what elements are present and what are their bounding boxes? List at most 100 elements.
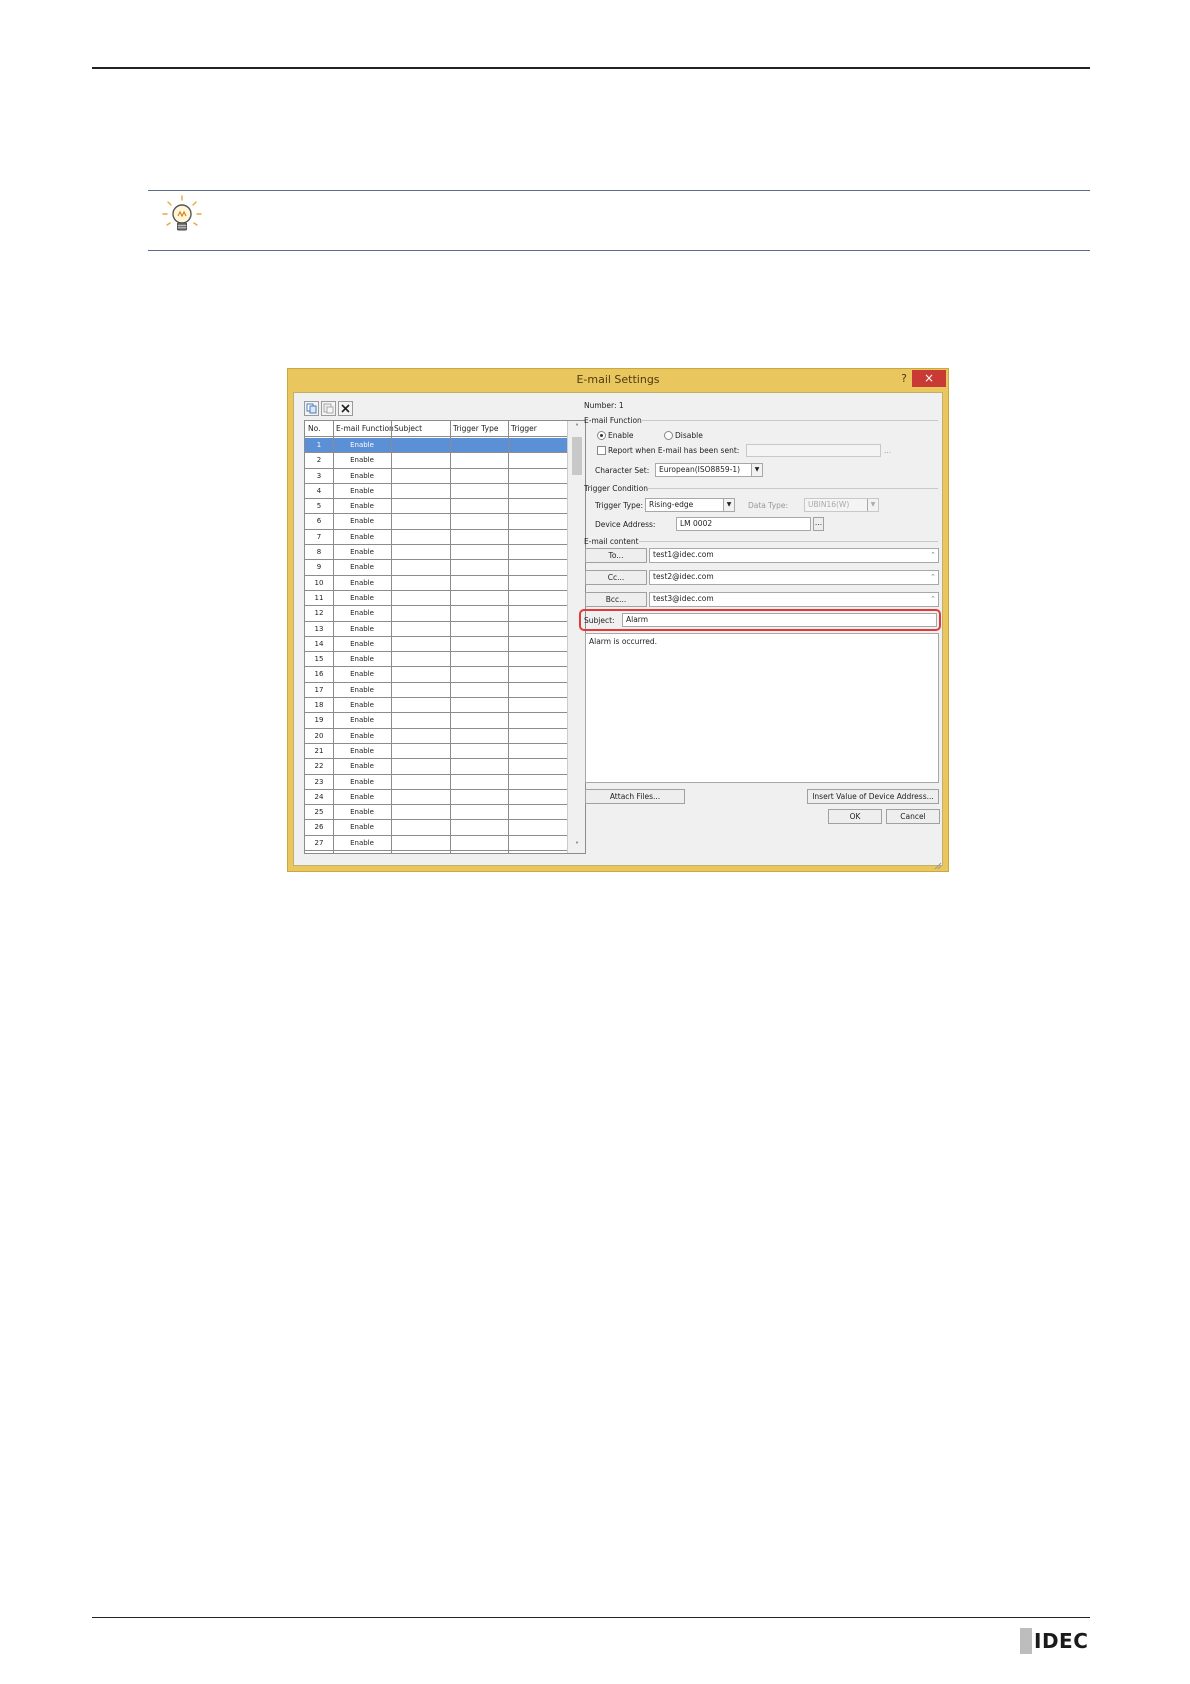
table-row[interactable]: 9 Enable — [305, 560, 567, 576]
row-number: 15 — [314, 655, 324, 664]
table-row[interactable]: 24 Enable — [305, 790, 567, 806]
table-row[interactable]: 22 Enable — [305, 759, 567, 775]
scroll-down-icon[interactable]: ˅ — [568, 839, 585, 853]
resize-grip-icon[interactable] — [934, 855, 942, 870]
to-button[interactable]: To... — [585, 548, 647, 563]
body-textarea[interactable]: Alarm is occurred. — [585, 633, 939, 783]
disable-radio[interactable] — [664, 431, 673, 440]
row-email-function: Enable — [350, 670, 374, 679]
column-divider — [333, 421, 334, 853]
table-row[interactable]: 8 Enable — [305, 545, 567, 561]
bcc-field[interactable]: test3@idec.com ⌃ — [649, 592, 939, 607]
disable-radio-label: Disable — [675, 431, 703, 440]
chevron-down-icon[interactable]: ▼ — [751, 464, 762, 476]
data-type-label: Data Type: — [748, 501, 789, 510]
table-row[interactable]: 27 Enable — [305, 836, 567, 852]
character-set-value: European(ISO8859-1) — [659, 465, 741, 474]
attach-files-button[interactable]: Attach Files... — [585, 789, 685, 804]
scroll-thumb[interactable] — [572, 437, 582, 475]
hint-top-rule — [148, 190, 1090, 191]
subject-field[interactable]: Alarm — [622, 613, 937, 627]
device-address-browse-button[interactable]: ... — [813, 517, 824, 531]
table-row[interactable]: 15 Enable — [305, 652, 567, 668]
table-row[interactable]: 6 Enable — [305, 514, 567, 530]
copy-icon[interactable] — [304, 401, 319, 416]
report-browse-button[interactable]: ... — [884, 445, 891, 456]
row-email-function: Enable — [350, 471, 374, 480]
table-row[interactable]: 10 Enable — [305, 576, 567, 591]
delete-icon[interactable] — [338, 401, 353, 416]
table-row[interactable]: 20 Enable — [305, 729, 567, 744]
row-email-function: Enable — [350, 731, 374, 740]
help-button[interactable]: ? — [896, 371, 912, 387]
column-divider — [450, 421, 451, 853]
table-row[interactable]: 1 Enable — [305, 438, 567, 454]
table-row[interactable]: 26 Enable — [305, 820, 567, 836]
email-function-group-label: E-mail Function — [584, 416, 642, 425]
table-row[interactable]: 7 Enable — [305, 530, 567, 546]
row-number: 19 — [314, 716, 324, 725]
report-sent-checkbox[interactable] — [597, 446, 606, 455]
table-row[interactable]: 16 Enable — [305, 667, 567, 683]
insert-device-value-button[interactable]: Insert Value of Device Address... — [807, 789, 939, 804]
data-type-value: UBIN16(W) — [808, 500, 850, 509]
dialog-client-area: No. E-mail Function Subject Trigger Type… — [293, 392, 943, 870]
table-row[interactable]: 21 Enable — [305, 744, 567, 760]
table-row[interactable]: 25 Enable — [305, 805, 567, 821]
cc-button[interactable]: Cc... — [585, 570, 647, 585]
row-email-function: Enable — [350, 624, 374, 633]
email-list-table[interactable]: No. E-mail Function Subject Trigger Type… — [304, 420, 586, 854]
row-email-function: Enable — [350, 609, 374, 618]
device-address-field[interactable]: LM 0002 — [676, 517, 811, 531]
row-number: 9 — [316, 563, 322, 572]
table-row[interactable]: 23 Enable — [305, 775, 567, 790]
enable-radio[interactable] — [597, 431, 606, 440]
table-row[interactable]: 14 Enable — [305, 637, 567, 653]
row-number: 20 — [314, 731, 324, 740]
trigger-type-value: Rising-edge — [649, 500, 694, 509]
report-device-field[interactable] — [746, 444, 881, 457]
trigger-type-select[interactable]: Rising-edge ▼ — [645, 498, 735, 512]
row-email-function: Enable — [350, 838, 374, 847]
cancel-button[interactable]: Cancel — [886, 809, 940, 824]
table-row[interactable]: 11 Enable — [305, 591, 567, 607]
table-row[interactable]: 13 Enable — [305, 622, 567, 637]
paste-icon[interactable] — [321, 401, 336, 416]
table-row[interactable]: 17 Enable — [305, 683, 567, 699]
table-row[interactable]: 5 Enable — [305, 499, 567, 515]
logo-text: IDEC — [1034, 1629, 1089, 1653]
bcc-button[interactable]: Bcc... — [585, 592, 647, 607]
ok-button[interactable]: OK — [828, 809, 882, 824]
row-email-function: Enable — [350, 532, 374, 541]
data-type-select[interactable]: UBIN16(W) ▼ — [804, 498, 879, 512]
cc-value: test2@idec.com — [653, 572, 714, 581]
cc-field[interactable]: test2@idec.com ⌃ — [649, 570, 939, 585]
table-body: 1 Enable 2 Enable 3 Enable 4 Enable 5 Enable 6 Enab… — [305, 438, 567, 852]
table-row[interactable]: 3 Enable — [305, 469, 567, 484]
row-number: 10 — [314, 578, 324, 587]
column-header-email-function: E-mail Function — [336, 424, 394, 433]
row-number: 16 — [314, 670, 324, 679]
spin-icon[interactable]: ⌃ — [930, 593, 936, 605]
table-row[interactable]: 18 Enable — [305, 698, 567, 714]
table-row[interactable]: 2 Enable — [305, 453, 567, 469]
email-settings-dialog: E-mail Settings ? × No. E-mail Function … — [287, 368, 949, 872]
row-number: 17 — [314, 685, 324, 694]
table-row[interactable]: 4 Enable — [305, 484, 567, 500]
row-number: 5 — [316, 502, 322, 511]
close-button[interactable]: × — [912, 370, 946, 387]
table-scrollbar[interactable]: ˄ ˅ — [567, 421, 585, 853]
table-row[interactable]: 12 Enable — [305, 606, 567, 622]
to-field[interactable]: test1@idec.com ⌃ — [649, 548, 939, 563]
table-row[interactable]: 19 Enable — [305, 713, 567, 729]
row-email-function: Enable — [350, 792, 374, 801]
row-number: 4 — [316, 486, 322, 495]
chevron-down-icon[interactable]: ▼ — [723, 499, 734, 511]
email-content-group-label: E-mail content — [584, 537, 639, 546]
spin-icon[interactable]: ⌃ — [930, 549, 936, 561]
row-number: 11 — [314, 593, 324, 602]
row-number: 14 — [314, 639, 324, 648]
dialog-title: E-mail Settings — [576, 373, 660, 386]
spin-icon[interactable]: ⌃ — [930, 571, 936, 583]
character-set-select[interactable]: European(ISO8859-1) ▼ — [655, 463, 763, 477]
